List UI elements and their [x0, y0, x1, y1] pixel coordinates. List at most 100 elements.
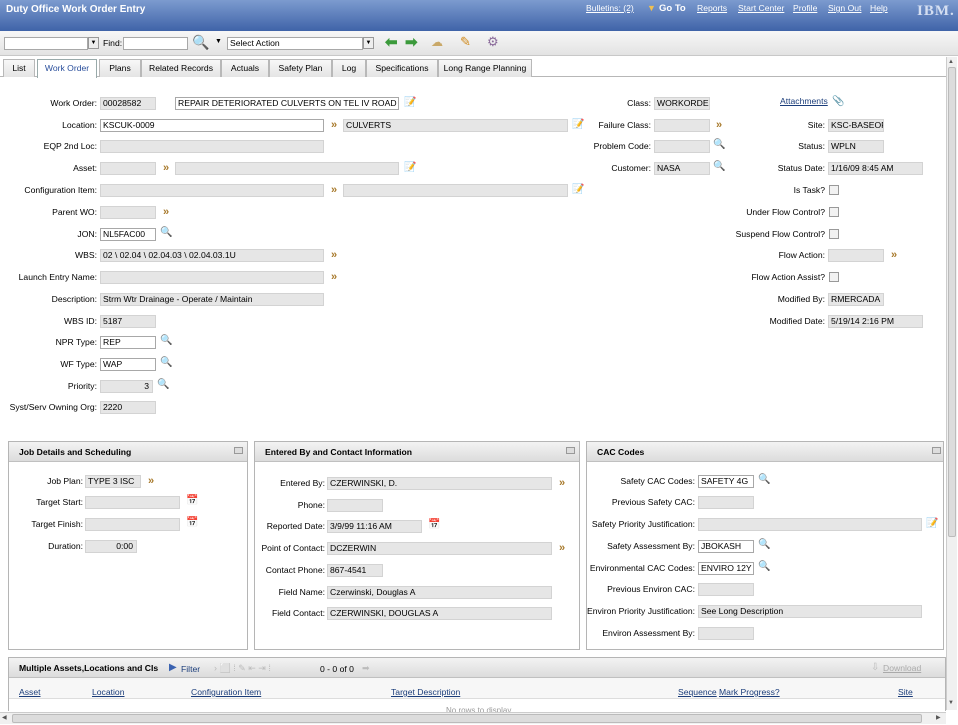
detail-menu-icon[interactable]: »: [328, 271, 340, 283]
tab-plans[interactable]: Plans: [99, 59, 141, 77]
tab-specifications[interactable]: Specifications: [366, 59, 438, 77]
next-arrow-icon[interactable]: ➡: [405, 33, 418, 51]
sign-out-link[interactable]: Sign Out: [828, 3, 861, 13]
scroll-up-icon[interactable]: ▲: [948, 59, 954, 65]
edit-pencil-icon[interactable]: ✎: [460, 34, 471, 50]
minimize-icon[interactable]: [566, 447, 575, 454]
entered-by-field[interactable]: CZERWINSKI, D.: [327, 477, 552, 490]
column-location[interactable]: Location: [92, 687, 125, 697]
suspend-flow-control-checkbox[interactable]: [829, 229, 839, 239]
tab-list[interactable]: List: [3, 59, 35, 77]
environ-priority-justification-field[interactable]: See Long Description: [698, 605, 922, 618]
calendar-icon[interactable]: 📅: [428, 519, 440, 531]
tab-actuals[interactable]: Actuals: [221, 59, 269, 77]
environmental-cac-field[interactable]: ENVIRO 12Y: [698, 562, 754, 575]
profile-link[interactable]: Profile: [793, 3, 817, 13]
filter-link[interactable]: Filter: [181, 664, 200, 674]
tab-log[interactable]: Log: [332, 59, 366, 77]
configuration-item-field[interactable]: [100, 184, 324, 197]
magnifier-icon[interactable]: 🔍: [157, 379, 169, 391]
scroll-right-icon[interactable]: ▶: [936, 714, 941, 721]
bulletins-link[interactable]: Bulletins: (2): [586, 3, 634, 13]
select-action-dropdown[interactable]: Select Action: [227, 37, 363, 50]
column-asset[interactable]: Asset: [19, 687, 41, 697]
safety-cac-field[interactable]: SAFETY 4G: [698, 475, 754, 488]
column-site[interactable]: Site: [898, 687, 913, 697]
workflow-icon[interactable]: ⚙: [487, 34, 499, 50]
detail-menu-icon[interactable]: »: [328, 249, 340, 261]
minimize-icon[interactable]: [932, 447, 941, 454]
detail-menu-icon[interactable]: »: [556, 477, 568, 489]
calendar-icon[interactable]: 📅: [186, 495, 198, 507]
scroll-thumb[interactable]: [948, 67, 956, 537]
wbs-field[interactable]: 02 \ 02.04 \ 02.04.03 \ 02.04.03.1U: [100, 249, 324, 262]
filter-icon[interactable]: ▶: [169, 662, 177, 673]
chevron-down-icon[interactable]: ▼: [215, 38, 222, 45]
attachments-icon[interactable]: 📎: [832, 96, 844, 108]
priority-field[interactable]: 3: [100, 380, 153, 393]
help-link[interactable]: Help: [870, 3, 888, 13]
chevron-down-icon[interactable]: ▼: [88, 37, 99, 49]
magnifier-icon[interactable]: 🔍: [758, 539, 770, 551]
long-description-icon[interactable]: 📝: [572, 184, 584, 196]
npr-type-field[interactable]: REP: [100, 336, 156, 349]
magnifier-icon[interactable]: 🔍: [160, 227, 172, 239]
reported-date-field[interactable]: 3/9/99 11:16 AM: [327, 520, 422, 533]
tab-long-range-planning[interactable]: Long Range Planning: [438, 59, 532, 77]
point-of-contact-field[interactable]: DCZERWIN: [327, 542, 552, 555]
long-description-icon[interactable]: 📝: [404, 97, 416, 109]
scroll-thumb-horizontal[interactable]: [12, 714, 922, 723]
bulletin-icon[interactable]: ☁: [431, 35, 443, 49]
column-target-description[interactable]: Target Description: [391, 687, 460, 697]
target-start-field[interactable]: [85, 496, 180, 509]
safety-assessment-by-field[interactable]: JBOKASH: [698, 540, 754, 553]
start-center-link[interactable]: Start Center: [738, 3, 784, 13]
long-description-icon[interactable]: 📝: [404, 162, 416, 174]
target-finish-field[interactable]: [85, 518, 180, 531]
magnifier-icon[interactable]: 🔍: [758, 474, 770, 486]
calendar-icon[interactable]: 📅: [186, 517, 198, 529]
scroll-left-icon[interactable]: ◀: [2, 714, 7, 721]
detail-menu-icon[interactable]: »: [145, 475, 157, 487]
long-description-icon[interactable]: 📝: [926, 518, 938, 530]
goto-menu[interactable]: Go To: [659, 3, 686, 14]
detail-menu-icon[interactable]: »: [888, 249, 900, 261]
job-plan-field[interactable]: TYPE 3 ISC: [85, 475, 141, 488]
previous-arrow-icon[interactable]: ⬅: [385, 33, 398, 51]
work-order-description-field[interactable]: REPAIR DETERIORATED CULVERTS ON TEL IV R…: [175, 97, 399, 110]
magnifier-icon[interactable]: 🔍: [160, 335, 172, 347]
safety-priority-justification-field[interactable]: [698, 518, 922, 531]
detail-menu-icon[interactable]: »: [328, 119, 340, 131]
under-flow-control-checkbox[interactable]: [829, 207, 839, 217]
detail-menu-icon[interactable]: »: [160, 162, 172, 174]
column-mark-progress[interactable]: Mark Progress?: [719, 687, 780, 697]
vertical-scrollbar[interactable]: ▲ ▼: [946, 57, 957, 710]
launch-entry-name-field[interactable]: [100, 271, 324, 284]
find-input[interactable]: [123, 37, 188, 50]
chevron-down-icon[interactable]: ▼: [363, 37, 374, 49]
detail-menu-icon[interactable]: »: [160, 206, 172, 218]
is-task-checkbox[interactable]: [829, 185, 839, 195]
column-sequence[interactable]: Sequence: [678, 687, 717, 697]
scroll-down-icon[interactable]: ▼: [948, 700, 954, 706]
search-icon[interactable]: 🔍: [192, 34, 209, 51]
magnifier-icon[interactable]: 🔍: [160, 357, 172, 369]
column-configuration-item[interactable]: Configuration Item: [191, 687, 261, 697]
flow-action-field[interactable]: [828, 249, 884, 262]
environ-assessment-by-field[interactable]: [698, 627, 754, 640]
minimize-icon[interactable]: [234, 447, 243, 454]
download-link[interactable]: Download: [883, 663, 921, 673]
location-field[interactable]: KSCUK-0009: [100, 119, 324, 132]
detail-menu-icon[interactable]: »: [556, 542, 568, 554]
attachments-link[interactable]: Attachments: [780, 96, 828, 106]
flow-action-assist-checkbox[interactable]: [829, 272, 839, 282]
asset-field[interactable]: [100, 162, 156, 175]
query-select[interactable]: [4, 37, 88, 50]
duration-field[interactable]: 0:00: [85, 540, 137, 553]
tab-work-order[interactable]: Work Order: [37, 59, 97, 78]
tab-safety-plan[interactable]: Safety Plan: [269, 59, 332, 77]
magnifier-icon[interactable]: 🔍: [758, 561, 770, 573]
work-order-field[interactable]: 00028582: [100, 97, 156, 110]
jon-field[interactable]: NL5FAC00: [100, 228, 156, 241]
detail-menu-icon[interactable]: »: [328, 184, 340, 196]
